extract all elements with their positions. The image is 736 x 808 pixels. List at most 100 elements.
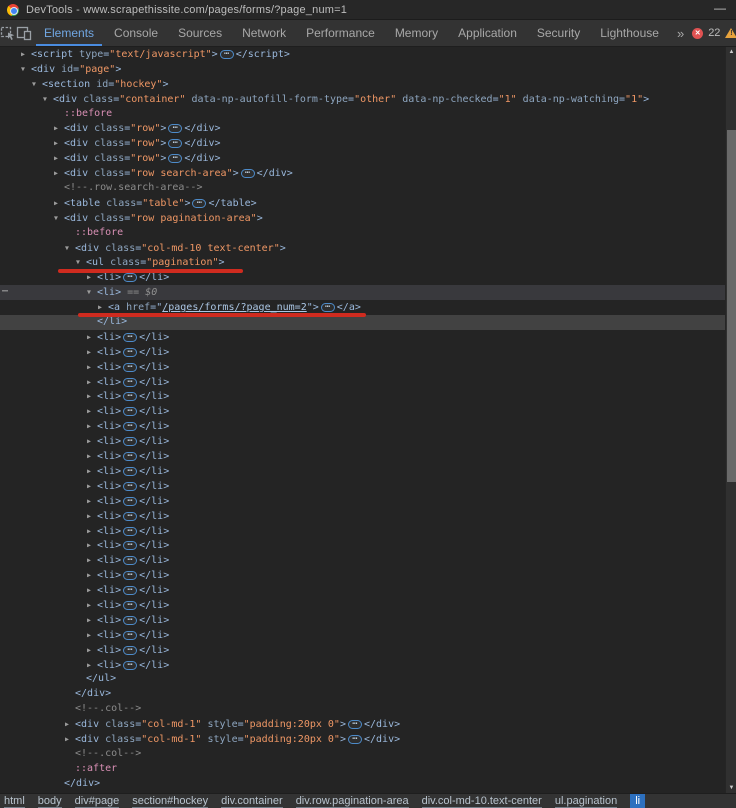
expand-arrow-closed-icon[interactable]: ▶ xyxy=(87,553,97,568)
expand-arrow-closed-icon[interactable]: ▶ xyxy=(87,360,97,375)
node-menu-dots-icon[interactable]: ⋯ xyxy=(2,285,8,300)
dom-tree-row[interactable]: ▼<section id="hockey"> xyxy=(0,77,725,92)
dom-tree-row[interactable]: ▶<li>⋯</li> xyxy=(0,524,725,539)
ellipsis-expand-pill[interactable]: ⋯ xyxy=(123,527,137,536)
inspect-element-button[interactable] xyxy=(0,20,16,46)
scrollbar-down-button[interactable]: ▼ xyxy=(726,783,736,793)
expand-arrow-closed-icon[interactable]: ▶ xyxy=(87,449,97,464)
scrollbar-thumb[interactable] xyxy=(727,130,736,482)
dom-tree-row[interactable]: ▶<li>⋯</li> xyxy=(0,360,725,375)
expand-arrow-closed-icon[interactable]: ▶ xyxy=(54,136,64,151)
dom-tree-row[interactable]: ▶<li>⋯</li> xyxy=(0,509,725,524)
expand-arrow-closed-icon[interactable]: ▶ xyxy=(87,434,97,449)
breadcrumb-item-div-container[interactable]: div.container xyxy=(221,795,283,808)
ellipsis-expand-pill[interactable]: ⋯ xyxy=(123,422,137,431)
dom-tree-row[interactable]: ▶<li>⋯</li> xyxy=(0,643,725,658)
expand-arrow-closed-icon[interactable]: ▶ xyxy=(87,583,97,598)
dom-tree-row[interactable]: ::after xyxy=(0,762,725,777)
expand-arrow-closed-icon[interactable]: ▶ xyxy=(87,658,97,673)
tab-network[interactable]: Network xyxy=(232,20,296,46)
dom-tree-row[interactable]: ▶<script type="text/javascript">⋯</scrip… xyxy=(0,47,725,62)
ellipsis-expand-pill[interactable]: ⋯ xyxy=(220,50,234,59)
tab-lighthouse[interactable]: Lighthouse xyxy=(590,20,669,46)
ellipsis-expand-pill[interactable]: ⋯ xyxy=(123,273,137,282)
dom-tree-row[interactable]: ▶<li>⋯</li> xyxy=(0,449,725,464)
dom-tree-row[interactable]: ▶<li>⋯</li> xyxy=(0,389,725,404)
dom-tree-row[interactable]: </div> xyxy=(0,687,725,702)
warning-icon[interactable]: ! xyxy=(725,28,736,39)
dom-tree-row-selected[interactable]: ⋯▼<li> == $0 xyxy=(0,285,725,300)
dom-tree-row[interactable]: ▶<li>⋯</li> xyxy=(0,330,725,345)
ellipsis-expand-pill[interactable]: ⋯ xyxy=(123,556,137,565)
ellipsis-expand-pill[interactable]: ⋯ xyxy=(123,363,137,372)
breadcrumb-item-div-page[interactable]: div#page xyxy=(75,795,120,808)
expand-arrow-closed-icon[interactable]: ▶ xyxy=(87,568,97,583)
expand-arrow-open-icon[interactable]: ▼ xyxy=(21,62,31,77)
tab-elements[interactable]: Elements xyxy=(34,20,104,46)
ellipsis-expand-pill[interactable]: ⋯ xyxy=(123,333,137,342)
expand-arrow-closed-icon[interactable]: ▶ xyxy=(87,375,97,390)
expand-arrow-closed-icon[interactable]: ▶ xyxy=(87,538,97,553)
dom-tree-row[interactable]: ▶<li>⋯</li> xyxy=(0,568,725,583)
expand-arrow-closed-icon[interactable]: ▶ xyxy=(87,404,97,419)
dom-tree-row[interactable]: </li> xyxy=(0,315,725,330)
ellipsis-expand-pill[interactable]: ⋯ xyxy=(192,199,206,208)
expand-arrow-open-icon[interactable]: ▼ xyxy=(87,285,97,300)
ellipsis-expand-pill[interactable]: ⋯ xyxy=(348,720,362,729)
ellipsis-expand-pill[interactable]: ⋯ xyxy=(123,467,137,476)
ellipsis-expand-pill[interactable]: ⋯ xyxy=(123,497,137,506)
ellipsis-expand-pill[interactable]: ⋯ xyxy=(168,139,182,148)
ellipsis-expand-pill[interactable]: ⋯ xyxy=(348,735,362,744)
expand-arrow-open-icon[interactable]: ▼ xyxy=(65,241,75,256)
expand-arrow-closed-icon[interactable]: ▶ xyxy=(54,166,64,181)
dom-tree-row[interactable]: ▶<li>⋯</li> xyxy=(0,345,725,360)
expand-arrow-closed-icon[interactable]: ▶ xyxy=(87,494,97,509)
dom-tree-row[interactable]: <!--.col--> xyxy=(0,702,725,717)
ellipsis-expand-pill[interactable]: ⋯ xyxy=(123,437,137,446)
expand-arrow-open-icon[interactable]: ▼ xyxy=(43,92,53,107)
ellipsis-expand-pill[interactable]: ⋯ xyxy=(123,631,137,640)
dom-tree-row[interactable]: ▼<div id="page"> xyxy=(0,62,725,77)
ellipsis-expand-pill[interactable]: ⋯ xyxy=(123,571,137,580)
dom-tree-row[interactable]: ::before xyxy=(0,107,725,122)
dom-tree-row[interactable]: ▶<li>⋯</li> xyxy=(0,658,725,673)
dom-tree-row[interactable]: ▼<div class="row pagination-area"> xyxy=(0,211,725,226)
dom-tree-row[interactable]: ▶<li>⋯</li> xyxy=(0,419,725,434)
breadcrumb-item-div-row-pagination-area[interactable]: div.row.pagination-area xyxy=(296,795,409,808)
ellipsis-expand-pill[interactable]: ⋯ xyxy=(168,124,182,133)
expand-arrow-closed-icon[interactable]: ▶ xyxy=(87,524,97,539)
dom-tree-row[interactable]: ▶<div class="row">⋯</div> xyxy=(0,136,725,151)
expand-arrow-open-icon[interactable]: ▼ xyxy=(54,211,64,226)
expand-arrow-closed-icon[interactable]: ▶ xyxy=(21,47,31,62)
expand-arrow-closed-icon[interactable]: ▶ xyxy=(87,628,97,643)
expand-arrow-open-icon[interactable]: ▼ xyxy=(32,77,42,92)
ellipsis-expand-pill[interactable]: ⋯ xyxy=(123,541,137,550)
expand-arrow-closed-icon[interactable]: ▶ xyxy=(87,643,97,658)
tab-console[interactable]: Console xyxy=(104,20,168,46)
expand-arrow-closed-icon[interactable]: ▶ xyxy=(87,419,97,434)
device-toolbar-button[interactable] xyxy=(16,20,32,46)
dom-tree-row[interactable]: ▶<li>⋯</li> xyxy=(0,375,725,390)
ellipsis-expand-pill[interactable]: ⋯ xyxy=(123,586,137,595)
dom-tree-row[interactable]: ▶<li>⋯</li> xyxy=(0,538,725,553)
dom-tree-row[interactable]: </ul> xyxy=(0,672,725,687)
dom-tree-row[interactable]: <!--.col--> xyxy=(0,747,725,762)
breadcrumb-item-html[interactable]: html xyxy=(4,795,25,808)
expand-arrow-closed-icon[interactable]: ▶ xyxy=(87,509,97,524)
expand-arrow-closed-icon[interactable]: ▶ xyxy=(87,330,97,345)
dom-tree-row[interactable]: ▶<div class="row">⋯</div> xyxy=(0,151,725,166)
dom-tree-row[interactable]: ▶<li>⋯</li> xyxy=(0,434,725,449)
dom-tree-row[interactable]: ▶<li>⋯</li> xyxy=(0,628,725,643)
ellipsis-expand-pill[interactable]: ⋯ xyxy=(123,392,137,401)
tab-memory[interactable]: Memory xyxy=(385,20,448,46)
dom-tree-row[interactable]: ▶<li>⋯</li> xyxy=(0,553,725,568)
breadcrumb-item-body[interactable]: body xyxy=(38,795,62,808)
expand-arrow-closed-icon[interactable]: ▶ xyxy=(87,345,97,360)
expand-arrow-closed-icon[interactable]: ▶ xyxy=(65,732,75,747)
ellipsis-expand-pill[interactable]: ⋯ xyxy=(123,661,137,670)
vertical-scrollbar[interactable]: ▲ ▼ xyxy=(725,47,736,793)
dom-tree-row[interactable]: ▶<div class="col-md-1" style="padding:20… xyxy=(0,732,725,747)
ellipsis-expand-pill[interactable]: ⋯ xyxy=(123,452,137,461)
expand-arrow-closed-icon[interactable]: ▶ xyxy=(87,464,97,479)
expand-arrow-closed-icon[interactable]: ▶ xyxy=(87,389,97,404)
